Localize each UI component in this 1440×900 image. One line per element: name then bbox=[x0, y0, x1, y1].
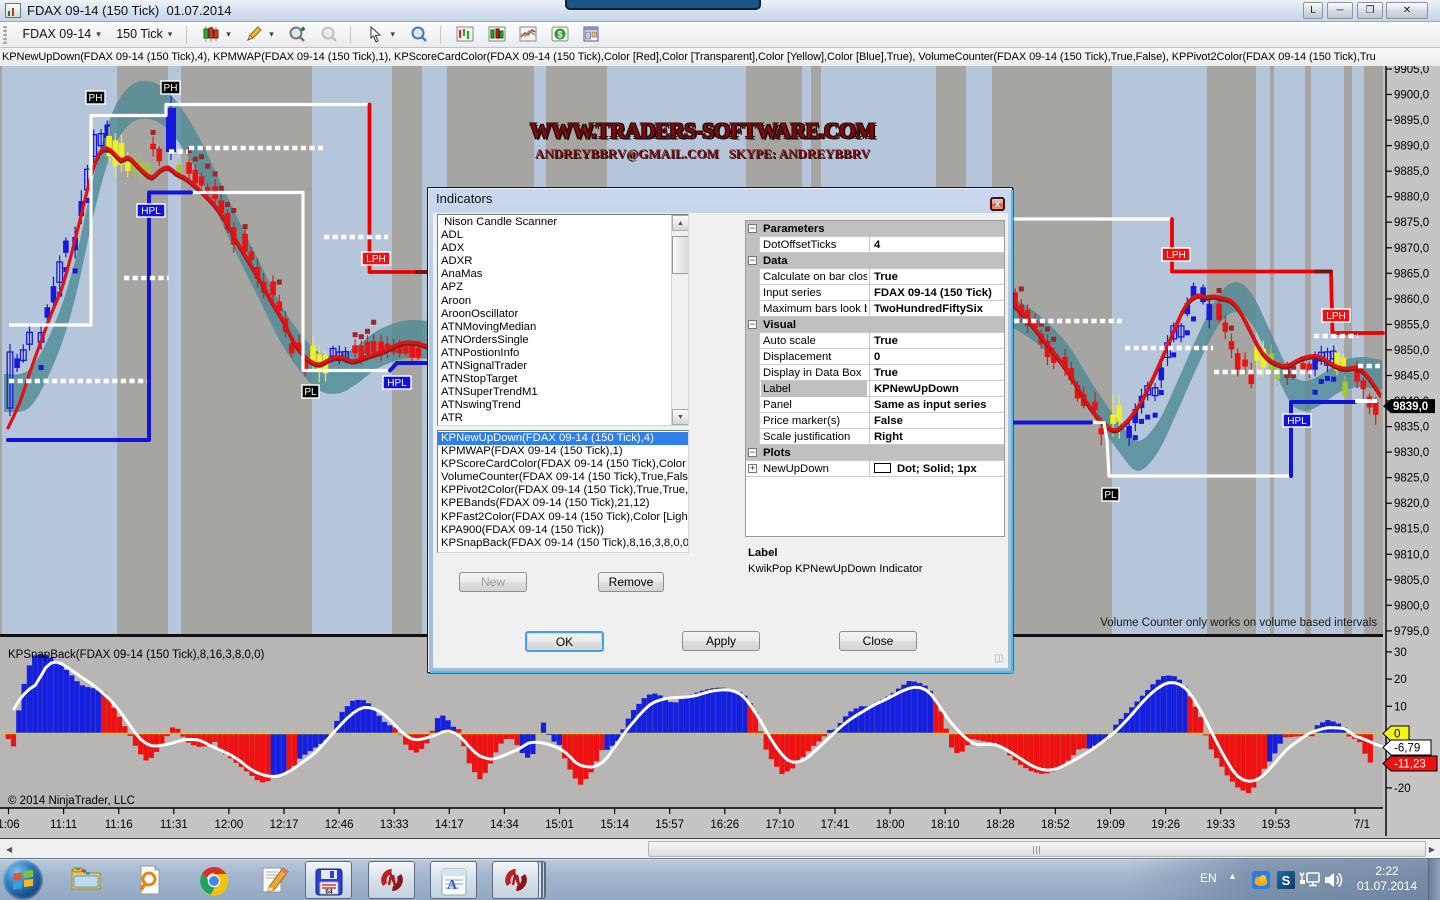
svg-text:© 2014 NinjaTrader, LLC: © 2014 NinjaTrader, LLC bbox=[8, 795, 135, 807]
svg-text:19:53: 19:53 bbox=[1261, 819, 1290, 831]
svg-text:A: A bbox=[446, 878, 457, 893]
svg-text:0: 0 bbox=[1394, 729, 1400, 741]
svg-text:9870,0: 9870,0 bbox=[1394, 243, 1429, 255]
svg-text:HPL: HPL bbox=[1287, 416, 1307, 427]
svg-text:9875,0: 9875,0 bbox=[1394, 217, 1429, 229]
svg-text:20: 20 bbox=[1394, 674, 1407, 686]
svg-text:9810,0: 9810,0 bbox=[1394, 549, 1429, 561]
svg-text:19:33: 19:33 bbox=[1206, 819, 1235, 831]
svg-text:9845,0: 9845,0 bbox=[1394, 371, 1429, 383]
svg-text:18:28: 18:28 bbox=[986, 819, 1015, 831]
svg-text:11:16: 11:16 bbox=[105, 819, 133, 831]
svg-text:9880,0: 9880,0 bbox=[1394, 192, 1429, 204]
svg-text:KPSnapBack(FDAX 09-14 (150 Tic: KPSnapBack(FDAX 09-14 (150 Tick),8,16,3,… bbox=[8, 649, 264, 661]
svg-text:14:17: 14:17 bbox=[435, 819, 464, 831]
svg-text:LPH: LPH bbox=[1326, 311, 1345, 322]
svg-text:64: 64 bbox=[325, 889, 333, 896]
svg-text:$: $ bbox=[557, 30, 562, 40]
svg-text:LPH: LPH bbox=[366, 254, 385, 265]
svg-text:Volume Counter only works on v: Volume Counter only works on volume base… bbox=[1100, 617, 1377, 629]
svg-text:9830,0: 9830,0 bbox=[1394, 447, 1429, 459]
svg-text:18:52: 18:52 bbox=[1041, 819, 1070, 831]
svg-text:9850,0: 9850,0 bbox=[1394, 345, 1429, 357]
svg-text:9815,0: 9815,0 bbox=[1394, 524, 1429, 536]
svg-text:11:11: 11:11 bbox=[50, 819, 77, 831]
svg-text:1:06: 1:06 bbox=[0, 819, 20, 831]
svg-text:9855,0: 9855,0 bbox=[1394, 319, 1429, 331]
svg-text:9900,0: 9900,0 bbox=[1394, 90, 1429, 102]
svg-text:19:26: 19:26 bbox=[1151, 819, 1180, 831]
svg-text:9800,0: 9800,0 bbox=[1394, 600, 1429, 612]
svg-text:LPH: LPH bbox=[1166, 250, 1185, 261]
svg-text:12:00: 12:00 bbox=[215, 819, 244, 831]
svg-text:18:00: 18:00 bbox=[876, 819, 905, 831]
svg-text:-6,79: -6,79 bbox=[1394, 743, 1420, 755]
svg-text:9820,0: 9820,0 bbox=[1394, 498, 1429, 510]
svg-text:17:41: 17:41 bbox=[821, 819, 850, 831]
svg-text:17:10: 17:10 bbox=[766, 819, 795, 831]
svg-text:HPL: HPL bbox=[141, 206, 161, 217]
svg-text:11:31: 11:31 bbox=[160, 819, 188, 831]
svg-text:9895,0: 9895,0 bbox=[1394, 115, 1429, 127]
svg-text:9885,0: 9885,0 bbox=[1394, 166, 1429, 178]
svg-text:-20: -20 bbox=[1394, 783, 1411, 795]
svg-text:9865,0: 9865,0 bbox=[1394, 268, 1429, 280]
svg-text:16:26: 16:26 bbox=[710, 819, 739, 831]
svg-text:9795,0: 9795,0 bbox=[1394, 626, 1429, 638]
svg-text:9835,0: 9835,0 bbox=[1394, 422, 1429, 434]
svg-text:14:34: 14:34 bbox=[490, 819, 519, 831]
svg-text:9839,0: 9839,0 bbox=[1393, 401, 1428, 413]
svg-text:12:17: 12:17 bbox=[270, 819, 299, 831]
svg-text:19:09: 19:09 bbox=[1096, 819, 1125, 831]
svg-text:PH: PH bbox=[164, 83, 178, 94]
svg-text:10: 10 bbox=[1394, 701, 1407, 713]
svg-text:9860,0: 9860,0 bbox=[1394, 294, 1429, 306]
svg-text:18:10: 18:10 bbox=[931, 819, 960, 831]
svg-text:-11,23: -11,23 bbox=[1394, 759, 1426, 771]
svg-text:9805,0: 9805,0 bbox=[1394, 575, 1429, 587]
svg-text:12:46: 12:46 bbox=[325, 819, 354, 831]
svg-text:9890,0: 9890,0 bbox=[1394, 141, 1429, 153]
svg-text:PL: PL bbox=[304, 387, 317, 398]
svg-text:HPL: HPL bbox=[387, 378, 407, 389]
svg-text:15:01: 15:01 bbox=[545, 819, 574, 831]
svg-text:15:14: 15:14 bbox=[600, 819, 629, 831]
svg-text:7/1: 7/1 bbox=[1354, 819, 1370, 831]
svg-text:30: 30 bbox=[1394, 647, 1407, 659]
svg-text:PH: PH bbox=[89, 93, 103, 104]
svg-text:PL: PL bbox=[1104, 490, 1117, 501]
svg-text:9825,0: 9825,0 bbox=[1394, 473, 1429, 485]
svg-text:15:57: 15:57 bbox=[655, 819, 684, 831]
svg-text:S: S bbox=[1282, 873, 1291, 888]
svg-text:13:33: 13:33 bbox=[380, 819, 409, 831]
